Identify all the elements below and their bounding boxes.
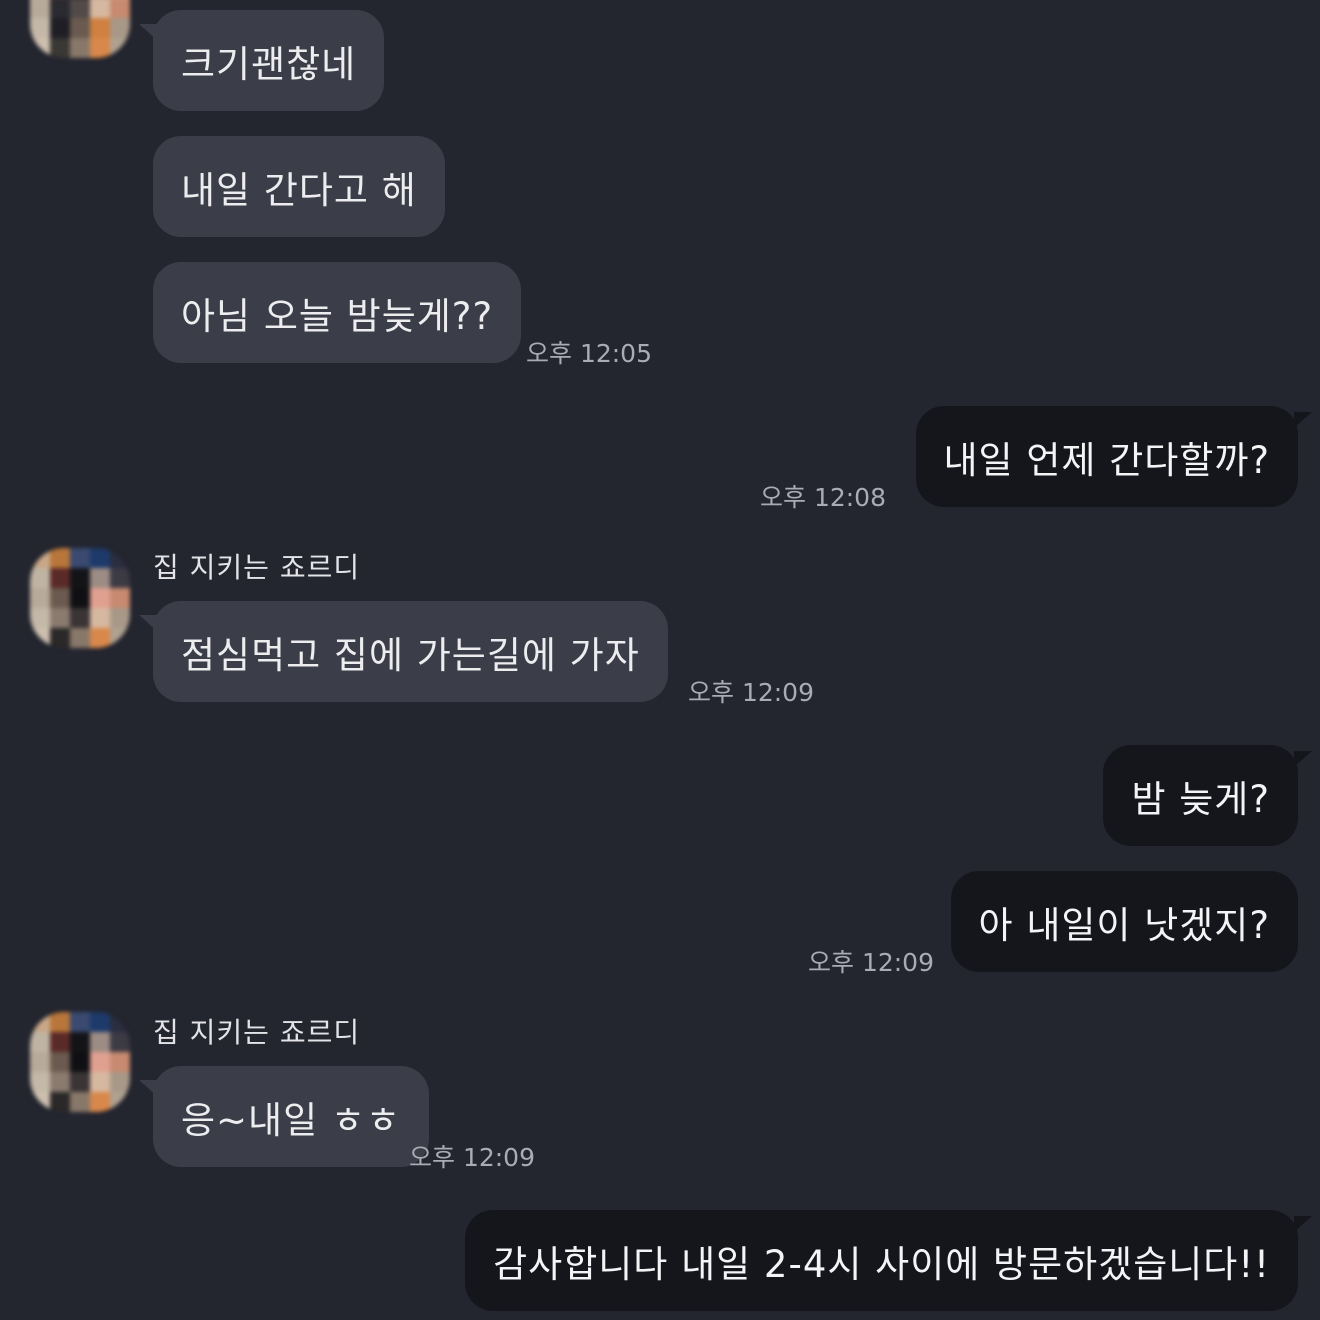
message-text: 밤 늦게?	[1131, 777, 1270, 821]
message-text: 점심먹고 집에 가는길에 가자	[181, 633, 640, 677]
message-bubble[interactable]: 응~내일 ㅎㅎ	[139, 1066, 429, 1167]
message-bubble[interactable]: 아님 오늘 밤늦게??	[153, 262, 522, 363]
sender-name: 집 지키는 죠르디	[153, 551, 361, 584]
avatar[interactable]	[30, 548, 130, 648]
avatar[interactable]	[30, 1012, 130, 1112]
message-text: 감사합니다 내일 2-4시 사이에 방문하겠습니다!!	[493, 1242, 1270, 1286]
message-text: 내일 간다고 해	[181, 168, 417, 212]
message-timestamp: 오후 12:08	[760, 483, 886, 512]
message-bubble[interactable]: 크기괜찮네	[138, 10, 385, 111]
message-text: 내일 언제 간다할까?	[943, 438, 1270, 482]
message-bubble[interactable]: 감사합니다 내일 2-4시 사이에 방문하겠습니다!!	[465, 1210, 1312, 1311]
message-timestamp: 오후 12:09	[808, 948, 934, 977]
message-bubble[interactable]: 아 내일이 낫겠지?	[950, 871, 1298, 972]
sender-name: 집 지키는 죠르디	[153, 1016, 361, 1049]
message-bubble[interactable]: 점심먹고 집에 가는길에 가자	[139, 601, 668, 702]
message-timestamp: 오후 12:05	[526, 339, 652, 368]
message-bubble[interactable]: 내일 간다고 해	[153, 136, 445, 237]
message-text: 크기괜찮네	[181, 42, 357, 86]
message-text: 아님 오늘 밤늦게??	[181, 294, 494, 338]
message-text: 아 내일이 낫겠지?	[978, 903, 1270, 947]
message-bubble[interactable]: 밤 늦게?	[1103, 745, 1312, 846]
message-bubble[interactable]: 내일 언제 간다할까?	[915, 406, 1313, 507]
message-timestamp: 오후 12:09	[409, 1143, 535, 1172]
message-timestamp: 오후 12:09	[688, 678, 814, 707]
avatar[interactable]	[30, 0, 130, 58]
message-text: 응~내일 ㅎㅎ	[181, 1098, 401, 1142]
